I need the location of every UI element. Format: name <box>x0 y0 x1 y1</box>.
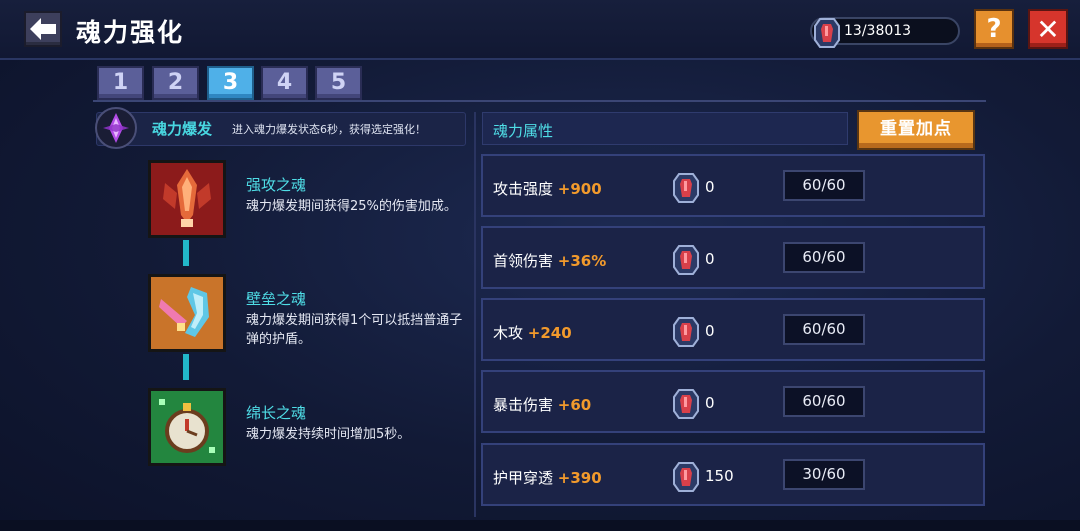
attribute-row: 攻击强度 +900 0 60/60 <box>481 154 985 217</box>
attribute-bonus: +900 <box>557 180 602 198</box>
attribute-name: 攻击强度 <box>493 180 554 198</box>
attribute-cost: 0 <box>705 394 715 412</box>
attribute-row: 木攻 +240 0 60/60 <box>481 298 985 361</box>
attribute-bonus: +240 <box>527 324 572 342</box>
attribute-bonus: +60 <box>557 396 592 414</box>
soul-burst-title: 魂力爆发 <box>152 120 213 138</box>
help-button[interactable]: ? <box>974 9 1014 49</box>
soul-gem-icon <box>673 462 699 492</box>
attributes-header: 魂力属性 <box>482 112 848 145</box>
attribute-level[interactable]: 60/60 <box>783 314 865 345</box>
attribute-bonus: +36% <box>557 252 607 270</box>
tab-underline <box>93 100 986 102</box>
currency-value: 13/38013 <box>844 23 912 39</box>
attribute-name: 首领伤害 <box>493 252 554 270</box>
skill-connector <box>183 240 189 266</box>
attribute-cost: 0 <box>705 322 715 340</box>
soul-gem-icon <box>814 18 840 48</box>
page-title: 魂力强化 <box>76 18 185 47</box>
attribute-row: 护甲穿透 +390 150 30/60 <box>481 443 985 506</box>
skill-name-shield: 壁垒之魂 <box>246 290 307 308</box>
attribute-name: 木攻 <box>493 324 524 342</box>
soul-burst-description: 进入魂力爆发状态6秒，获得选定强化！ <box>232 123 426 136</box>
reset-points-button[interactable]: 重置加点 <box>857 110 975 150</box>
attribute-row: 暴击伤害 +60 0 60/60 <box>481 370 985 433</box>
tab-2[interactable]: 2 <box>152 66 199 100</box>
skill-desc-attack: 魂力爆发期间获得25%的伤害加成。 <box>246 199 457 214</box>
skill-desc-shield: 魂力爆发期间获得1个可以抵挡普通子弹的护盾。 <box>246 313 463 347</box>
soul-gem-icon <box>673 245 699 275</box>
bottom-edge <box>0 520 1080 531</box>
skill-name-clock: 绵长之魂 <box>246 404 307 422</box>
soul-burst-icon <box>95 107 137 149</box>
attribute-cost: 0 <box>705 178 715 196</box>
purple-crystal-icon <box>103 113 129 143</box>
attribute-level[interactable]: 30/60 <box>783 459 865 490</box>
tab-4[interactable]: 4 <box>261 66 308 100</box>
soul-gem-icon <box>673 317 699 347</box>
attribute-level[interactable]: 60/60 <box>783 170 865 201</box>
skill-name-attack: 强攻之魂 <box>246 176 307 194</box>
attribute-row: 首领伤害 +36% 0 60/60 <box>481 226 985 289</box>
skill-connector <box>183 354 189 380</box>
attributes-title: 魂力属性 <box>493 122 554 140</box>
skill-desc-clock: 魂力爆发持续时间增加5秒。 <box>246 427 411 442</box>
tab-5[interactable]: 5 <box>315 66 362 100</box>
attribute-name: 护甲穿透 <box>493 469 554 487</box>
help-icon: ? <box>986 14 1002 44</box>
clock-soul-icon[interactable] <box>148 388 226 466</box>
back-button[interactable] <box>24 11 62 47</box>
soul-gem-icon <box>673 389 699 419</box>
attribute-cost: 150 <box>705 467 734 485</box>
close-button[interactable]: ✕ <box>1028 9 1068 49</box>
attack-soul-icon[interactable] <box>148 160 226 238</box>
close-icon: ✕ <box>1036 12 1060 46</box>
panel-divider <box>474 112 476 517</box>
tab-1[interactable]: 1 <box>97 66 144 100</box>
attribute-level[interactable]: 60/60 <box>783 386 865 417</box>
soul-currency-counter: 13/38013 <box>810 17 960 48</box>
back-arrow-icon <box>30 18 56 40</box>
attribute-cost: 0 <box>705 250 715 268</box>
attribute-name: 暴击伤害 <box>493 396 554 414</box>
soul-gem-icon <box>673 173 699 203</box>
shield-soul-icon[interactable] <box>148 274 226 352</box>
attribute-bonus: +390 <box>557 469 602 487</box>
attribute-level[interactable]: 60/60 <box>783 242 865 273</box>
tab-3[interactable]: 3 <box>207 66 254 100</box>
